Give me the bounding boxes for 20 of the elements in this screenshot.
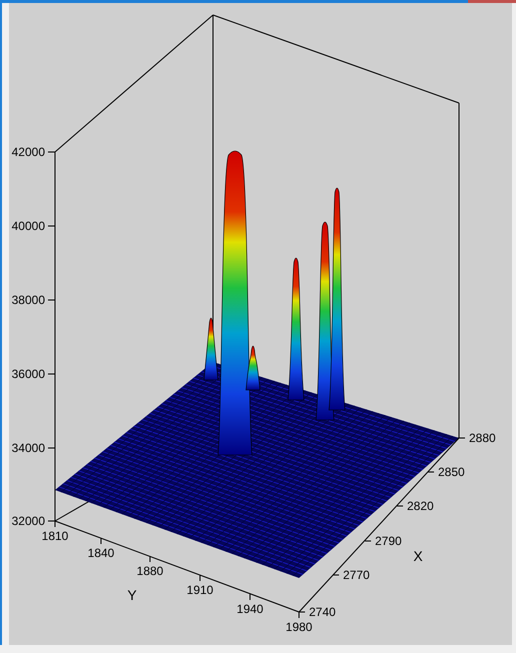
x-tick-label: 2770 (343, 568, 370, 582)
z-tick-label: 42000 (12, 145, 45, 159)
y-axis-title: Y (127, 587, 137, 603)
z-tick-label: 36000 (12, 367, 45, 381)
y-tick-label: 1940 (236, 602, 264, 616)
y-tick-label: 1910 (186, 583, 214, 597)
x-axis-title: X (413, 548, 423, 564)
z-tick-label: 32000 (12, 514, 45, 528)
z-tick-label: 40000 (12, 219, 45, 233)
y-tick-label: 1810 (42, 529, 68, 543)
y-tick-label: 1840 (88, 546, 114, 560)
x-tick-label: 2790 (375, 534, 402, 548)
x-tick-label: 2850 (438, 465, 465, 479)
z-tick-label: 34000 (12, 441, 45, 455)
y-tick-label: 1880 (136, 564, 164, 578)
z-tick-label: 38000 (12, 293, 45, 307)
x-tick-label: 2820 (407, 499, 434, 513)
y-tick-label: 1980 (286, 620, 312, 634)
x-tick-label: 2740 (309, 605, 336, 619)
x-tick-label: 2880 (469, 431, 496, 445)
